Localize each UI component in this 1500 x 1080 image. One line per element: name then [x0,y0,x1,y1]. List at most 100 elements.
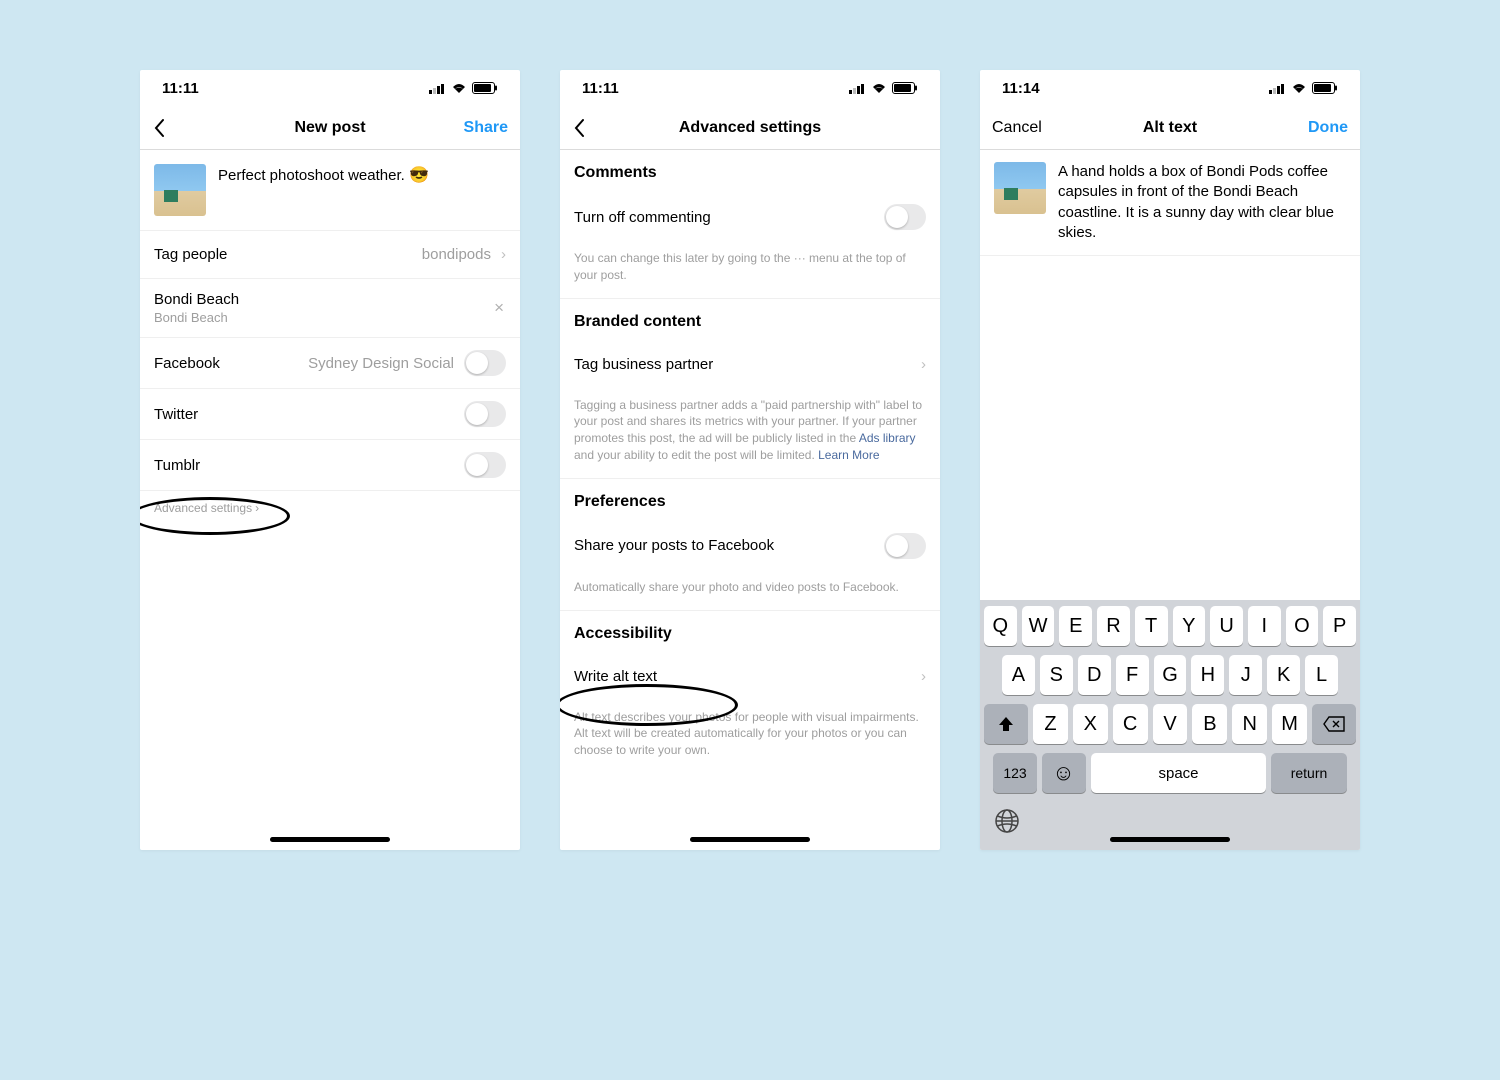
twitter-label: Twitter [154,406,454,423]
wifi-icon [1291,82,1307,94]
wifi-icon [871,82,887,94]
tumblr-row[interactable]: Tumblr [140,440,520,491]
key-r[interactable]: R [1097,606,1130,646]
back-button[interactable] [152,118,166,138]
key-p[interactable]: P [1323,606,1356,646]
numbers-key[interactable]: 123 [993,753,1037,793]
turn-off-commenting-row[interactable]: Turn off commenting [560,192,940,242]
key-x[interactable]: X [1073,704,1108,744]
ads-library-link[interactable]: Ads library [859,431,916,445]
twitter-row[interactable]: Twitter [140,389,520,440]
key-c[interactable]: C [1113,704,1148,744]
page-title: Advanced settings [560,119,940,137]
space-key[interactable]: space [1091,753,1266,793]
tag-people-label: Tag people [154,246,412,263]
status-bar: 11:11 [140,70,520,106]
alt-text-input[interactable]: A hand holds a box of Bondi Pods coffee … [1058,162,1346,243]
signal-icon [429,83,446,94]
caption-row[interactable]: Perfect photoshoot weather. 😎 [140,150,520,231]
key-b[interactable]: B [1192,704,1227,744]
alt-text-input-row[interactable]: A hand holds a box of Bondi Pods coffee … [980,150,1360,256]
alt-text-subtext: Alt text describes your photos for peopl… [560,701,940,773]
key-u[interactable]: U [1210,606,1243,646]
post-thumbnail[interactable] [154,164,206,216]
key-o[interactable]: O [1286,606,1319,646]
share-to-facebook-row[interactable]: Share your posts to Facebook [560,521,940,571]
signal-icon [849,83,866,94]
key-a[interactable]: A [1002,655,1035,695]
home-indicator[interactable] [1110,837,1230,842]
signal-icon [1269,83,1286,94]
commenting-subtext: You can change this later by going to th… [560,242,940,299]
key-f[interactable]: F [1116,655,1149,695]
facebook-toggle[interactable] [464,350,506,376]
share-fb-subtext: Automatically share your photo and video… [560,571,940,611]
screen-advanced-settings: 11:11 Advanced settings Comments Turn of… [560,70,940,850]
tag-people-value: bondipods [422,246,491,263]
status-time: 11:11 [582,80,619,97]
emoji-key[interactable]: ☺ [1042,753,1086,793]
key-i[interactable]: I [1248,606,1281,646]
wifi-icon [451,82,467,94]
nav-bar: Advanced settings [560,106,940,150]
branded-header: Branded content [560,299,940,341]
write-alt-text-row[interactable]: Write alt text › [560,653,940,701]
status-time: 11:14 [1002,80,1040,97]
battery-icon [472,82,498,94]
key-s[interactable]: S [1040,655,1073,695]
key-g[interactable]: G [1154,655,1187,695]
return-key[interactable]: return [1271,753,1347,793]
key-k[interactable]: K [1267,655,1300,695]
learn-more-link[interactable]: Learn More [818,448,879,462]
chevron-right-icon: › [921,356,926,373]
commenting-toggle[interactable] [884,204,926,230]
screen-alt-text: 11:14 Cancel Alt text Done A hand holds … [980,70,1360,850]
remove-location-button[interactable]: × [492,298,506,318]
key-n[interactable]: N [1232,704,1267,744]
post-thumbnail [994,162,1046,214]
key-t[interactable]: T [1135,606,1168,646]
share-fb-toggle[interactable] [884,533,926,559]
key-w[interactable]: W [1022,606,1055,646]
key-e[interactable]: E [1059,606,1092,646]
status-indicators [849,82,918,94]
key-y[interactable]: Y [1173,606,1206,646]
share-button[interactable]: Share [464,119,508,137]
ios-keyboard: QWERTYUIOP ASDFGHJKL ZXCVBNM 123 ☺ space… [980,600,1360,850]
facebook-row[interactable]: Facebook Sydney Design Social [140,338,520,389]
done-button[interactable]: Done [1308,119,1348,137]
tag-business-partner-row[interactable]: Tag business partner › [560,341,940,389]
globe-icon[interactable] [994,808,1020,840]
key-q[interactable]: Q [984,606,1017,646]
tag-people-row[interactable]: Tag people bondipods › [140,231,520,279]
key-l[interactable]: L [1305,655,1338,695]
advanced-settings-row[interactable]: Advanced settings › [140,491,520,525]
status-bar: 11:14 [980,70,1360,106]
back-button[interactable] [572,118,586,138]
home-indicator[interactable] [690,837,810,842]
status-indicators [429,82,498,94]
shift-key[interactable] [984,704,1028,744]
preferences-header: Preferences [560,479,940,521]
backspace-key[interactable] [1312,704,1356,744]
key-h[interactable]: H [1191,655,1224,695]
home-indicator[interactable] [270,837,390,842]
caption-text[interactable]: Perfect photoshoot weather. 😎 [218,164,506,187]
twitter-toggle[interactable] [464,401,506,427]
key-j[interactable]: J [1229,655,1262,695]
key-z[interactable]: Z [1033,704,1068,744]
cancel-button[interactable]: Cancel [992,119,1042,137]
nav-bar: Cancel Alt text Done [980,106,1360,150]
location-name: Bondi Beach [154,291,482,308]
key-v[interactable]: V [1153,704,1188,744]
screen-new-post: 11:11 New post Share Perfect photoshoot … [140,70,520,850]
comments-header: Comments [560,150,940,192]
location-subtitle: Bondi Beach [154,310,482,325]
battery-icon [892,82,918,94]
key-d[interactable]: D [1078,655,1111,695]
key-m[interactable]: M [1272,704,1307,744]
status-indicators [1269,82,1338,94]
tumblr-toggle[interactable] [464,452,506,478]
location-row[interactable]: Bondi Beach Bondi Beach × [140,279,520,338]
chevron-right-icon: › [255,501,259,515]
